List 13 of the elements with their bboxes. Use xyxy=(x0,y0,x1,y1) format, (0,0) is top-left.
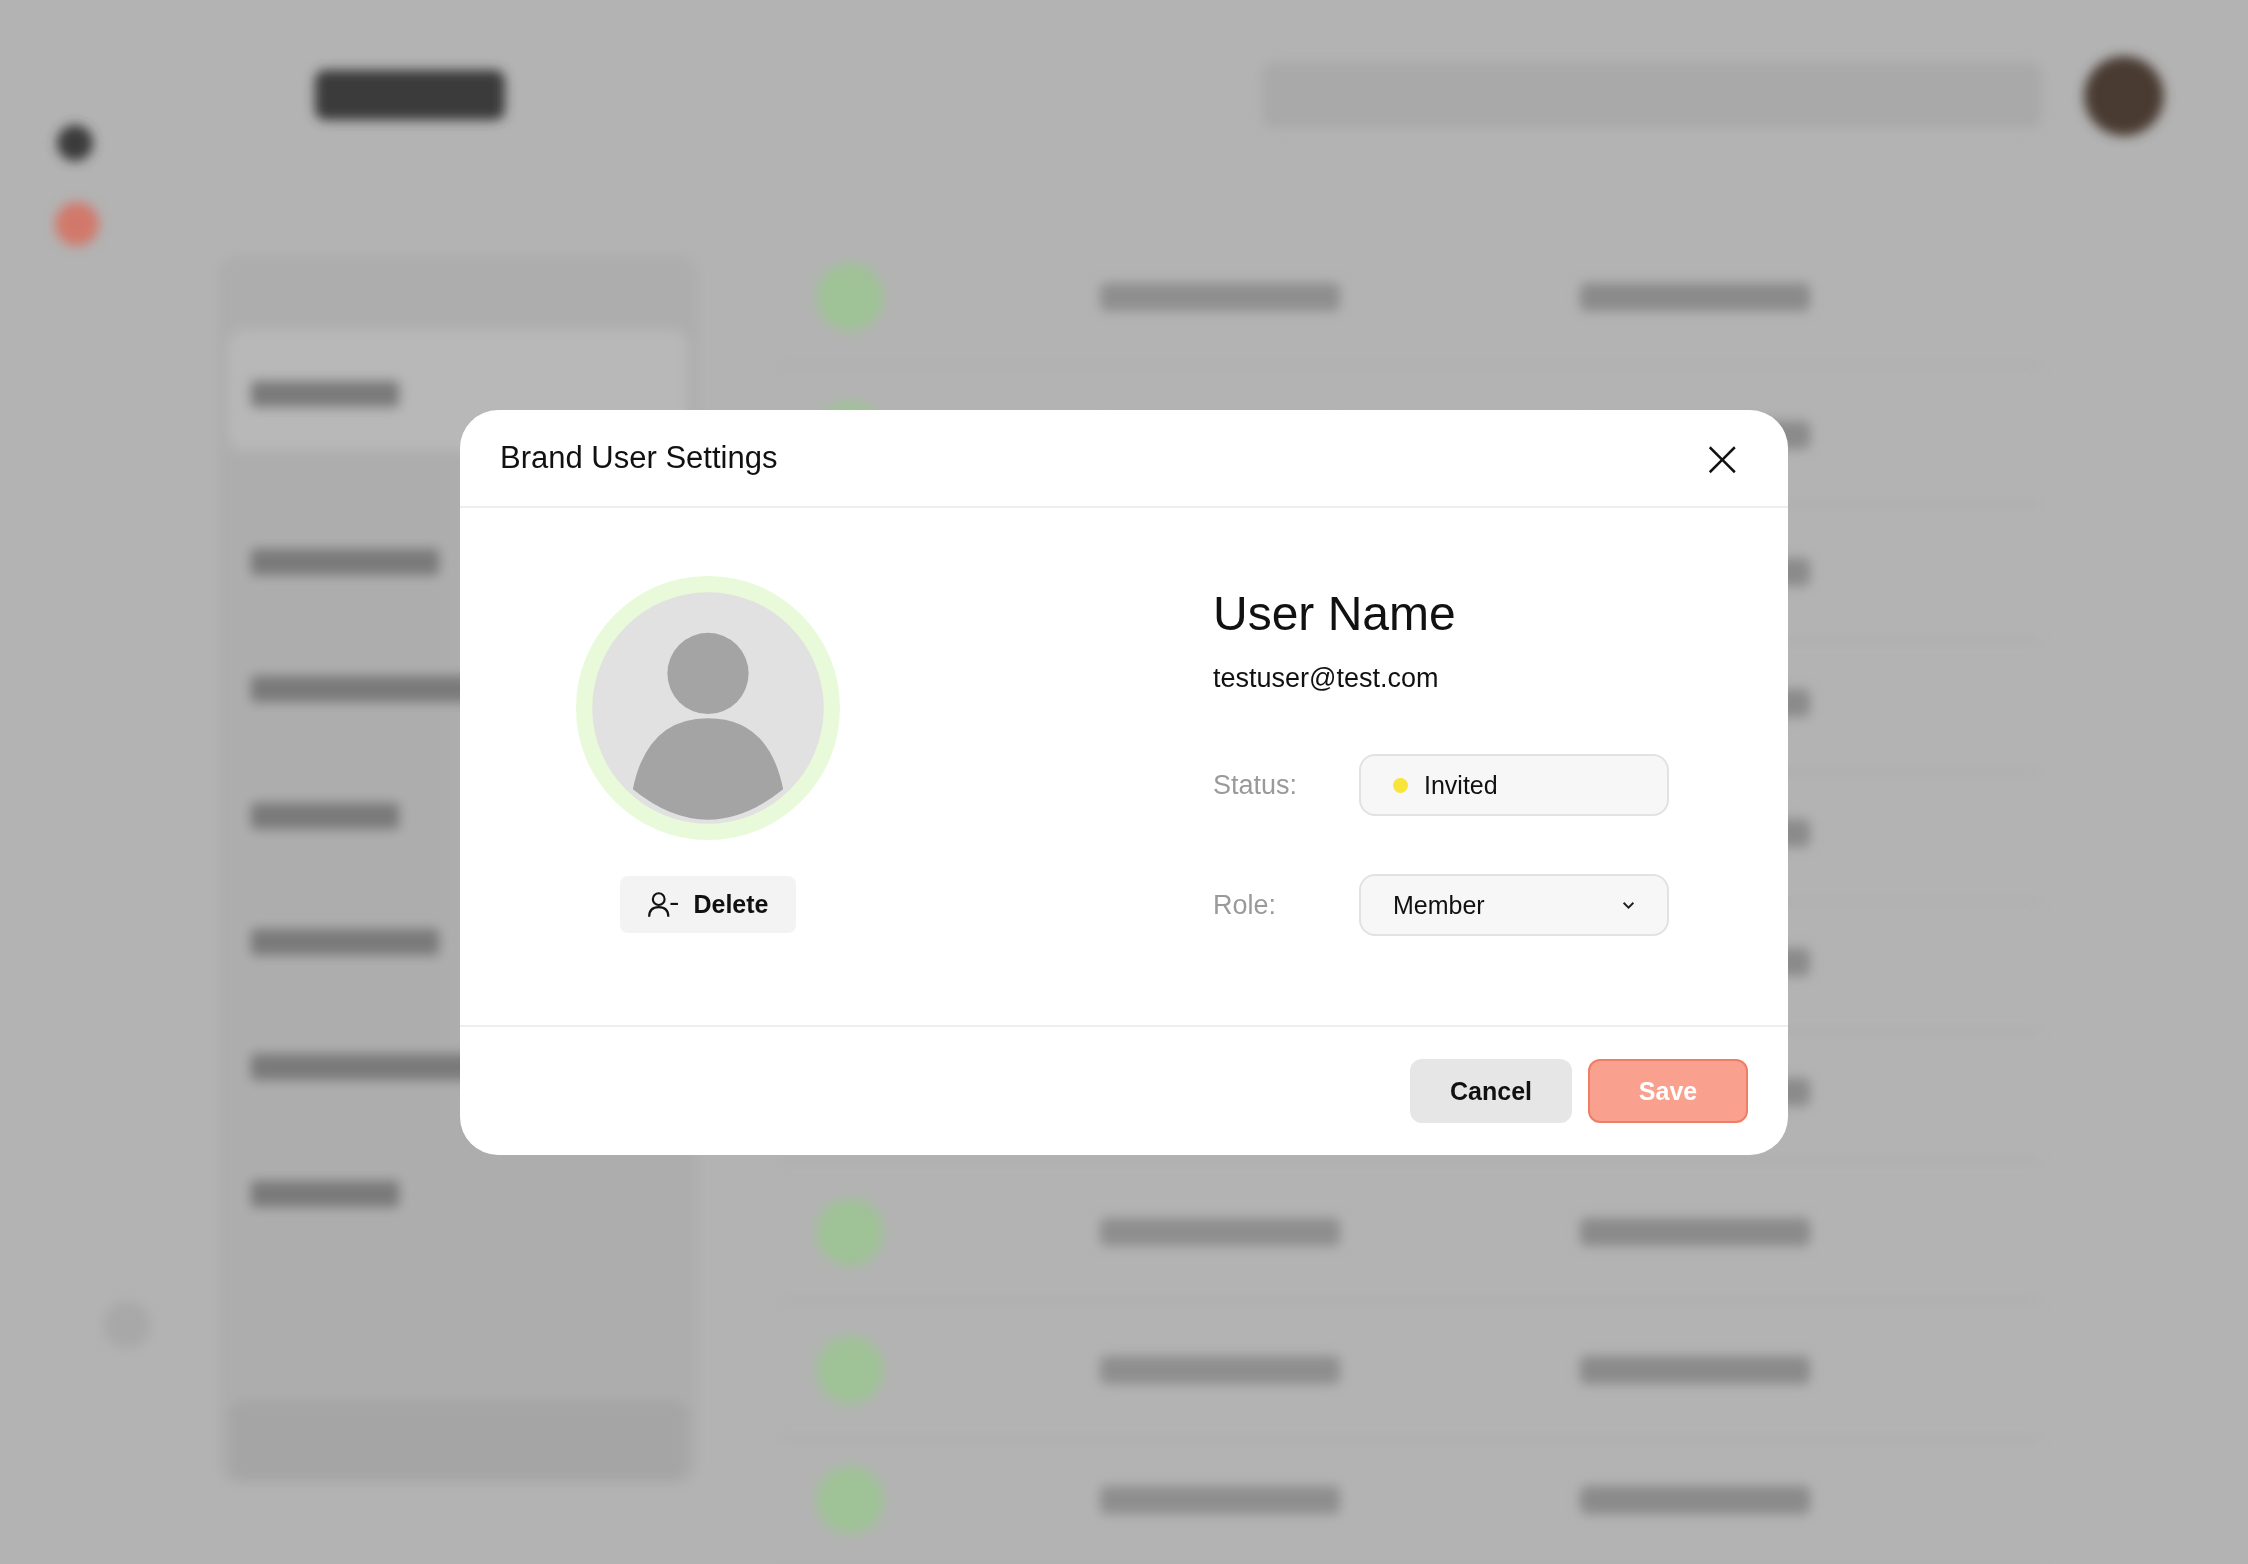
user-email: testuser@test.com xyxy=(1213,663,1440,694)
remove-user-icon xyxy=(647,890,680,919)
field-label: Role: xyxy=(1213,889,1278,921)
chevron-down-icon xyxy=(1622,900,1635,910)
delete-button[interactable]: Delete xyxy=(620,876,796,933)
cancel-button[interactable]: Cancel xyxy=(1410,1059,1572,1123)
dialog-title: Brand User Settings xyxy=(500,440,778,476)
status-text: Invited xyxy=(1424,770,1498,800)
role-dropdown[interactable]: Member xyxy=(1359,874,1669,936)
close-button[interactable]: × xyxy=(1696,432,1748,484)
avatar-icon xyxy=(576,576,840,840)
user-name: User Name xyxy=(1213,586,1457,641)
field-label: Status: xyxy=(1213,769,1299,801)
